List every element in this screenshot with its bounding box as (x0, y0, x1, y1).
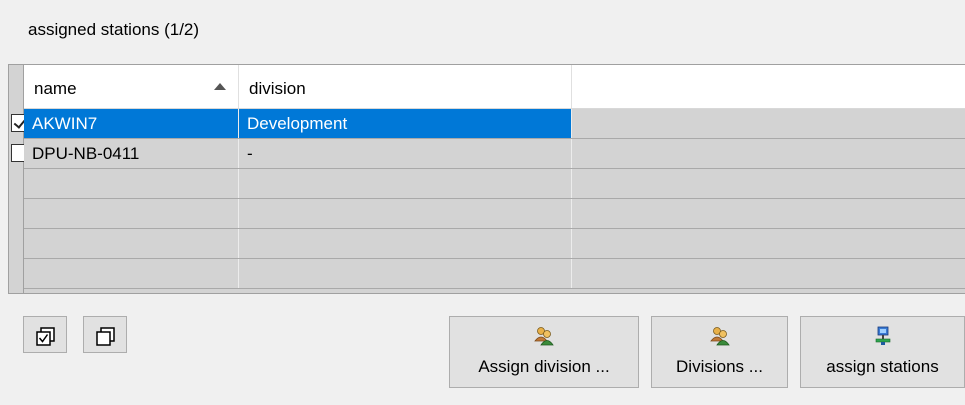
empty-row (24, 199, 965, 229)
divisions-label: Divisions ... (676, 357, 763, 376)
column-header-division-label: division (249, 79, 306, 98)
column-header-name-label: name (34, 79, 77, 98)
assign-division-button[interactable]: Assign division ... (449, 316, 639, 388)
cell-filler (572, 139, 965, 168)
assign-stations-button[interactable]: assign stations (800, 316, 965, 388)
divisions-button[interactable]: Divisions ... (651, 316, 788, 388)
assign-stations-label: assign stations (826, 357, 939, 376)
stations-grid[interactable]: name division AKWIN7 Development DPU-NB-… (8, 64, 965, 294)
check-all-button[interactable] (23, 316, 67, 353)
table-row[interactable]: AKWIN7 Development (11, 109, 965, 139)
empty-row (24, 169, 965, 199)
cell-filler (572, 109, 965, 138)
group-title: assigned stations (1/2) (28, 20, 200, 39)
checkbox-uncheck-all-icon (96, 327, 115, 346)
column-header-filler (572, 65, 965, 108)
grid-body: name division AKWIN7 Development DPU-NB-… (11, 65, 965, 293)
assign-division-label: Assign division ... (478, 357, 610, 376)
grid-header: name division (24, 65, 965, 109)
cell-division: Development (239, 109, 572, 138)
cell-division: - (239, 139, 572, 168)
users-icon (709, 327, 730, 346)
empty-row (24, 229, 965, 259)
sort-ascending-icon (214, 83, 226, 90)
column-header-name[interactable]: name (24, 65, 239, 108)
checkbox-check-all-icon (36, 327, 55, 346)
empty-row (24, 259, 965, 289)
cell-name: DPU-NB-0411 (24, 139, 239, 168)
network-station-icon (875, 326, 890, 345)
table-row[interactable]: DPU-NB-0411 - (11, 139, 965, 169)
uncheck-all-button[interactable] (83, 316, 127, 353)
users-icon (534, 327, 554, 346)
cell-name: AKWIN7 (24, 109, 239, 138)
column-header-division[interactable]: division (239, 65, 572, 108)
